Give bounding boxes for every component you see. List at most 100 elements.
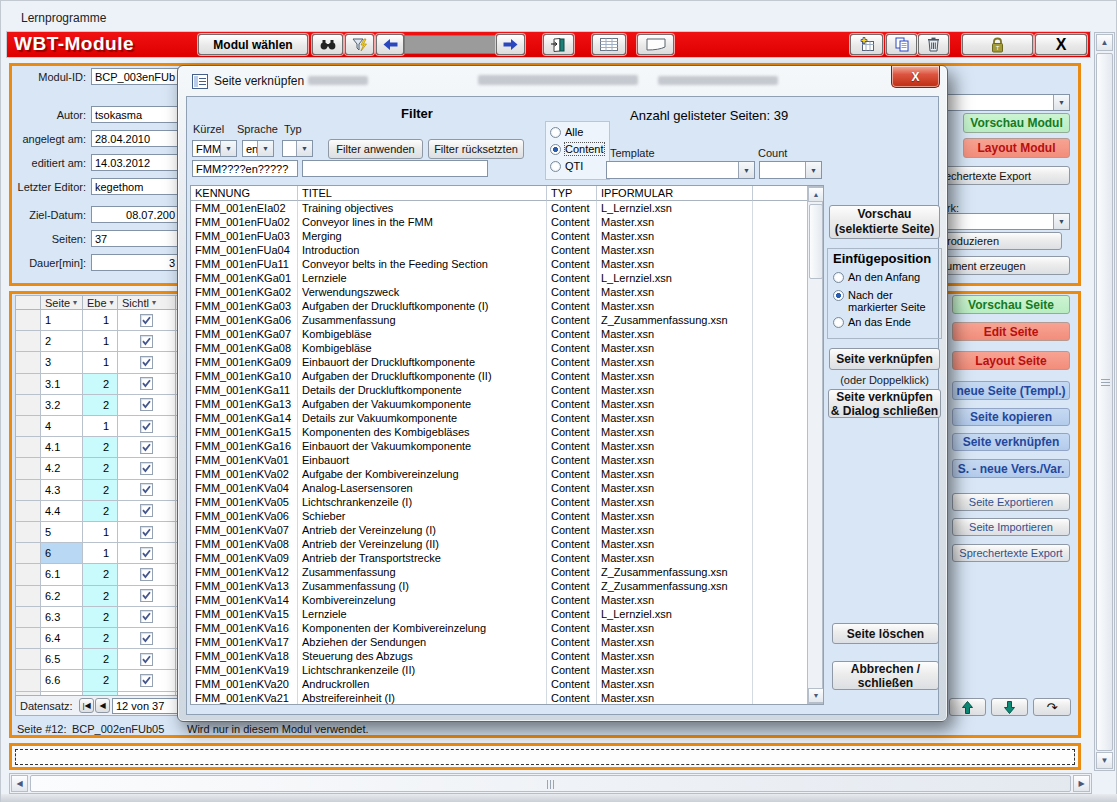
horizontal-scroll-thumb[interactable] (30, 775, 1071, 792)
row-selector[interactable] (16, 310, 41, 331)
row-selector[interactable] (16, 649, 41, 670)
page-row[interactable]: 4.42 (16, 501, 182, 522)
cell-kennung[interactable]: FMM_001enFUa02 (191, 215, 298, 229)
cell-ipformular[interactable]: Master.xsn (597, 509, 753, 523)
cell-titel[interactable]: Kombigebläse (298, 341, 547, 355)
cell-extra[interactable] (753, 383, 807, 397)
cell-seite[interactable]: 5 (41, 522, 83, 543)
cell-titel[interactable]: Zusammenfassung (298, 313, 547, 327)
pages-list-table[interactable]: KENNUNGTITELTYPIPFORMULAR FMM_001enEIa02… (190, 185, 824, 705)
cell-ipformular[interactable]: Master.xsn (597, 467, 753, 481)
dialog-page-row[interactable]: FMM_001enKVa09Antrieb der Transportstrec… (191, 551, 807, 565)
filter-icon[interactable] (345, 34, 374, 55)
vorschau-selektierte-button[interactable]: Vorschau (selektierte Seite) (829, 205, 940, 239)
cell-kennung[interactable]: FMM_001enKGa08 (191, 341, 298, 355)
page-row[interactable]: 4.32 (16, 480, 182, 501)
cell-extra[interactable] (753, 565, 807, 579)
cell-sichtbar[interactable] (118, 352, 176, 373)
seite-exportieren-button[interactable]: Seite Exportieren (952, 493, 1070, 511)
dialog-page-row[interactable]: FMM_001enKVa06SchieberContentMaster.xsn (191, 509, 807, 523)
cell-kennung[interactable]: FMM_001enKGa15 (191, 425, 298, 439)
cell-titel[interactable]: Einbauort (298, 453, 547, 467)
cell-typ[interactable]: Content (547, 229, 597, 243)
cell-kennung[interactable]: FMM_001enKGa16 (191, 439, 298, 453)
vertical-scrollbar[interactable]: ▲ ▼ (1094, 32, 1115, 771)
dialog-page-row[interactable]: FMM_001enKVa01EinbauortContentMaster.xsn (191, 453, 807, 467)
page-row[interactable]: 6.52 (16, 649, 182, 670)
field-input[interactable]: 3 (91, 254, 179, 271)
dialog-page-row[interactable]: FMM_001enKGa11Details der Druckluftkompo… (191, 383, 807, 397)
cell-extra[interactable] (753, 663, 807, 677)
radio-qti[interactable]: QTI (550, 160, 583, 172)
cell-ipformular[interactable]: Master.xsn (597, 439, 753, 453)
row-selector[interactable] (16, 395, 41, 416)
cell-extra[interactable] (753, 467, 807, 481)
dialog-page-row[interactable]: FMM_001enKVa07Antrieb der Vereinzelung (… (191, 523, 807, 537)
row-selector[interactable] (16, 670, 41, 691)
cell-ipformular[interactable]: L_Lernziel.xsn (597, 201, 753, 215)
dialog-page-row[interactable]: FMM_001enFUa03MergingContentMaster.xsn (191, 229, 807, 243)
page-row[interactable]: 21 (16, 331, 182, 352)
report-icon[interactable] (543, 34, 574, 55)
cell-extra[interactable] (753, 327, 807, 341)
cell-ipformular[interactable]: Master.xsn (597, 425, 753, 439)
dialog-page-row[interactable]: FMM_001enFUa11Conveyor belts in the Feed… (191, 257, 807, 271)
cell-extra[interactable] (753, 495, 807, 509)
cell-ebene[interactable]: 1 (83, 522, 118, 543)
cell-kennung[interactable]: FMM_001enKVa16 (191, 621, 298, 635)
radio-alle[interactable]: Alle (550, 126, 583, 138)
cell-sichtbar[interactable] (118, 374, 176, 395)
cell-ebene[interactable]: 2 (83, 586, 118, 607)
edit-seite-button[interactable]: Edit Seite (952, 322, 1070, 341)
cell-seite[interactable]: 6.1 (41, 564, 83, 585)
scroll-right-icon[interactable]: ▶ (1073, 775, 1090, 792)
cell-extra[interactable] (753, 551, 807, 565)
cell-extra[interactable] (753, 481, 807, 495)
page-row[interactable]: 11 (16, 310, 182, 331)
cell-titel[interactable]: Kombigebläse (298, 327, 547, 341)
cell-extra[interactable] (753, 453, 807, 467)
page-row[interactable]: 6.32 (16, 607, 182, 628)
cell-ipformular[interactable]: Z_Zusammenfassung.xsn (597, 565, 753, 579)
cell-ebene[interactable]: 2 (83, 501, 118, 522)
cell-extra[interactable] (753, 691, 807, 704)
cell-ipformular[interactable]: Master.xsn (597, 257, 753, 271)
dialog-page-row[interactable]: FMM_001enKVa02Aufgabe der Kombivereinzel… (191, 467, 807, 481)
copy-icon[interactable] (886, 34, 917, 55)
field-input[interactable]: tsokasma (91, 106, 179, 123)
scroll-down-icon[interactable]: ▼ (1096, 752, 1113, 769)
table-scroll-thumb[interactable] (809, 204, 823, 279)
cell-kennung[interactable]: FMM_001enKVa08 (191, 537, 298, 551)
cell-ebene[interactable]: 2 (83, 628, 118, 649)
cell-extra[interactable] (753, 215, 807, 229)
table-scroll-down-icon[interactable]: ▼ (808, 688, 824, 703)
vertical-scroll-thumb[interactable] (1096, 53, 1113, 751)
cell-titel[interactable]: Andruckrollen (298, 677, 547, 691)
cell-seite[interactable]: 3 (41, 352, 83, 373)
dialog-close-icon[interactable]: X (891, 66, 940, 88)
cell-extra[interactable] (753, 257, 807, 271)
dialog-page-row[interactable]: FMM_001enKVa20AndruckrollenContentMaster… (191, 677, 807, 691)
cell-extra[interactable] (753, 397, 807, 411)
dialog-page-row[interactable]: FMM_001enKVa14KombivereinzelungContentMa… (191, 593, 807, 607)
cell-seite[interactable]: 6 (41, 543, 83, 564)
cell-kennung[interactable]: FMM_001enKVa12 (191, 565, 298, 579)
cell-ebene[interactable]: 2 (83, 395, 118, 416)
dialog-page-row[interactable]: FMM_001enKGa14Details zur Vakuumkomponen… (191, 411, 807, 425)
cell-ipformular[interactable]: Master.xsn (597, 327, 753, 341)
sichtbar-checkbox[interactable] (140, 547, 153, 560)
cell-ipformular[interactable]: Master.xsn (597, 299, 753, 313)
radio-content[interactable]: Content (550, 143, 604, 155)
cell-titel[interactable]: Aufgabe der Kombivereinzelung (298, 467, 547, 481)
dialog-page-row[interactable]: FMM_001enKVa13Zusammenfassung (I)Content… (191, 579, 807, 593)
cell-titel[interactable]: Verwendungszweck (298, 285, 547, 299)
page-row[interactable]: 6.62 (16, 670, 182, 691)
seite-importieren-button[interactable]: Seite Importieren (952, 518, 1070, 536)
cell-titel[interactable]: Abstreifereinheit (I) (298, 691, 547, 704)
record-position[interactable]: 12 von 37 (112, 698, 180, 714)
cell-titel[interactable]: Antrieb der Vereinzelung (II) (298, 537, 547, 551)
column-header-sichtl[interactable]: Sichtl▾ (118, 296, 176, 310)
cell-typ[interactable]: Content (547, 299, 597, 313)
cell-kennung[interactable]: FMM_001enKGa13 (191, 397, 298, 411)
add-record-icon[interactable] (850, 34, 883, 55)
